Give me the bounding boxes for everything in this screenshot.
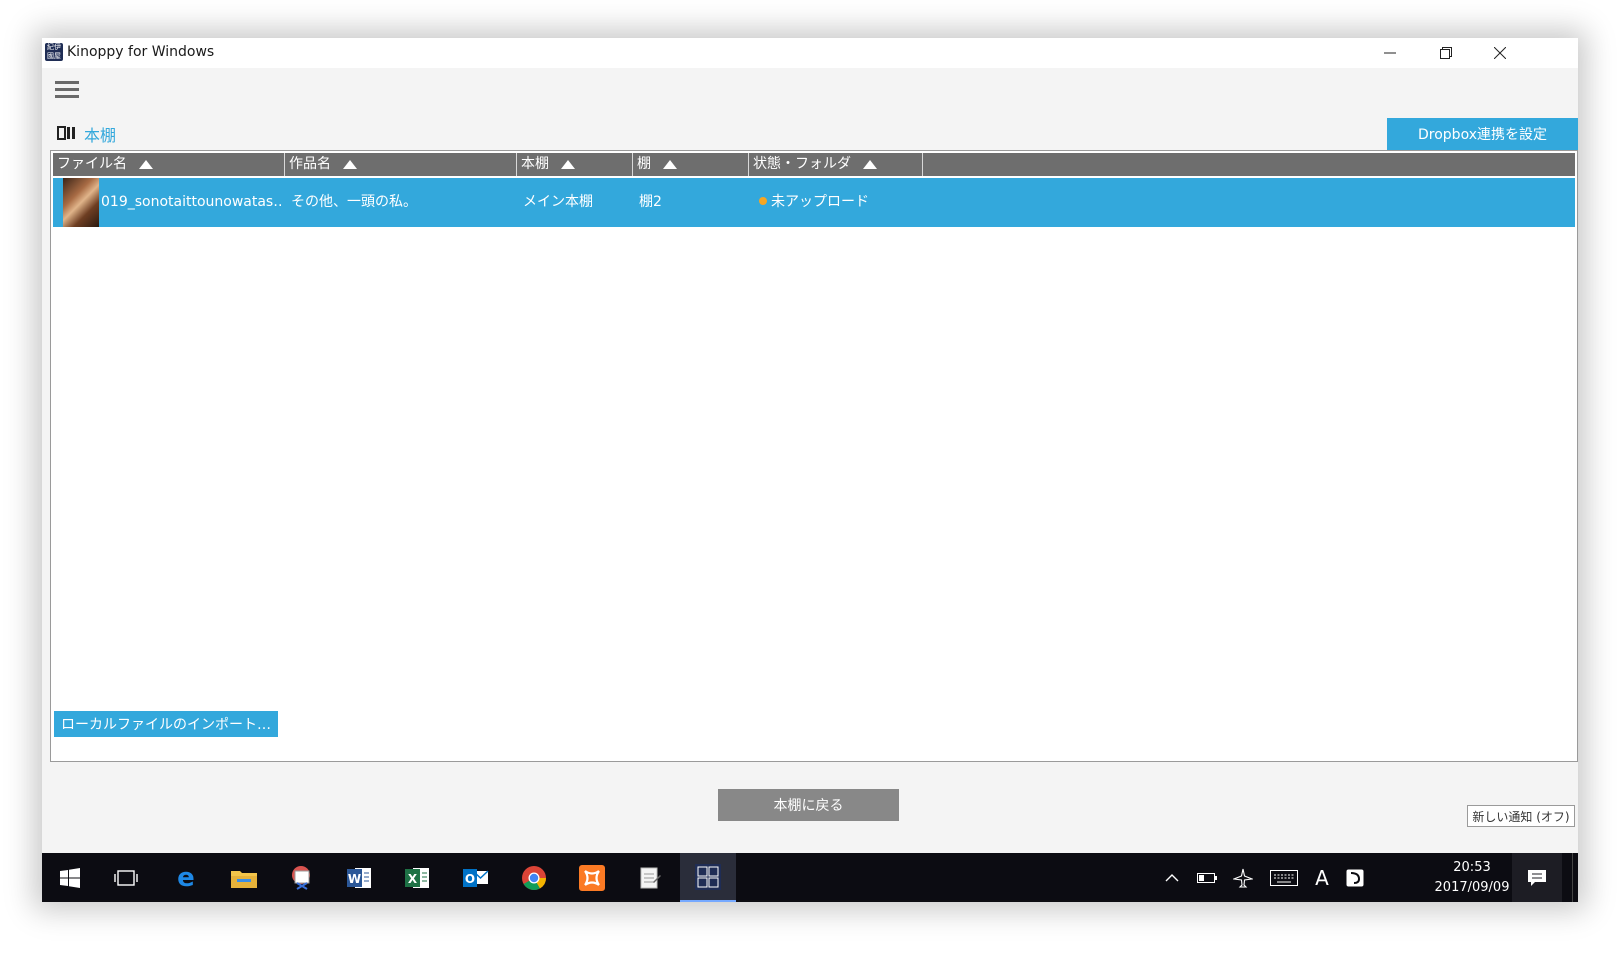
task-view-button[interactable]	[98, 853, 154, 902]
outlook-icon: O	[463, 868, 489, 887]
sort-ascending-icon	[863, 160, 877, 169]
clock[interactable]: 20:53 2017/09/09	[1422, 853, 1522, 902]
notification-tooltip: 新しい通知 (オフ)	[1467, 805, 1575, 827]
chevron-up-icon	[1165, 873, 1179, 881]
import-local-file-button[interactable]: ローカルファイルのインポート…	[54, 711, 278, 737]
dropbox-settings-button[interactable]: Dropbox連携を設定	[1387, 118, 1578, 150]
sort-ascending-icon	[561, 160, 575, 169]
window-title: Kinoppy for Windows	[67, 44, 215, 60]
excel-icon: X	[405, 867, 429, 888]
touch-keyboard-button[interactable]	[1266, 853, 1302, 902]
notification-icon	[1528, 869, 1546, 886]
svg-text:X: X	[408, 872, 418, 886]
snipping-tool-button[interactable]	[274, 853, 330, 902]
table-row[interactable]: 019_sonotaittounowatas‥ その他、一頭の私。 メイン本棚 …	[53, 178, 1575, 227]
restore-button[interactable]	[1418, 38, 1474, 68]
action-center-button[interactable]	[1512, 853, 1562, 902]
kinoppy-app-icon: 紀伊國屋	[45, 43, 63, 61]
svg-text:O: O	[465, 872, 475, 886]
bookshelf-icon	[57, 126, 75, 140]
column-header-shelf[interactable]: 棚	[633, 153, 749, 176]
book-cover-thumbnail	[63, 178, 99, 227]
file-explorer-icon	[231, 870, 257, 888]
app-window: 紀伊國屋 Kinoppy for Windows 本棚 Dropbox連携を設定…	[42, 38, 1578, 902]
table-header: ファイル名 作品名 本棚 棚 状態・フォルダ	[53, 153, 1575, 176]
sort-ascending-icon	[139, 160, 153, 169]
cell-title: その他、一頭の私。	[291, 194, 417, 210]
kinoppy-icon	[695, 863, 721, 890]
airplane-mode-button[interactable]	[1228, 853, 1258, 902]
airplane-icon	[1233, 868, 1253, 888]
column-header-label: 棚	[637, 156, 651, 172]
close-button[interactable]	[1472, 38, 1528, 68]
file-explorer-button[interactable]	[216, 853, 272, 902]
breadcrumb-bookshelf[interactable]: 本棚	[84, 122, 116, 146]
column-header-label: ファイル名	[57, 156, 127, 172]
ime-indicator[interactable]: A	[1308, 853, 1336, 902]
outlook-button[interactable]: O	[448, 853, 504, 902]
minimize-icon	[1384, 52, 1396, 54]
notepad-icon	[640, 867, 661, 888]
word-icon: W	[347, 867, 371, 888]
column-header-bookshelf[interactable]: 本棚	[517, 153, 633, 176]
column-header-label: 作品名	[289, 156, 331, 172]
hamburger-menu-icon[interactable]	[55, 81, 79, 101]
file-table: ファイル名 作品名 本棚 棚 状態・フォルダ 019_sonotaittouno…	[50, 150, 1578, 762]
title-bar[interactable]: 紀伊國屋 Kinoppy for Windows	[42, 38, 1578, 68]
close-icon	[1494, 47, 1506, 59]
show-desktop-button[interactable]	[1572, 853, 1578, 902]
chrome-icon	[522, 865, 546, 890]
minimize-button[interactable]	[1362, 38, 1418, 68]
excel-button[interactable]: X	[390, 853, 446, 902]
clock-date: 2017/09/09	[1434, 879, 1510, 895]
taskbar: e W X O A 20:53 2017/09/09	[42, 853, 1578, 902]
status-label: 未アップロード	[771, 194, 869, 210]
restore-icon	[1440, 47, 1452, 59]
status-dot-icon	[759, 197, 767, 205]
ime-mode-button[interactable]	[1340, 853, 1370, 902]
cell-status: 未アップロード	[759, 178, 929, 227]
battery-icon	[1197, 872, 1217, 883]
word-button[interactable]: W	[332, 853, 388, 902]
sort-ascending-icon	[343, 160, 357, 169]
battery-button[interactable]	[1192, 853, 1222, 902]
svg-text:W: W	[348, 872, 361, 886]
start-button[interactable]	[42, 853, 98, 902]
kinoppy-taskbar-button[interactable]	[680, 853, 736, 902]
cell-filename: 019_sonotaittounowatas‥	[101, 194, 281, 210]
xampp-icon	[579, 864, 605, 891]
task-view-icon	[114, 869, 138, 886]
snipping-tool-icon	[292, 865, 310, 890]
clock-time: 20:53	[1453, 859, 1491, 875]
svg-text:e: e	[177, 865, 195, 891]
column-header-filename[interactable]: ファイル名	[53, 153, 285, 176]
edge-icon: e	[177, 865, 195, 891]
column-header-status[interactable]: 状態・フォルダ	[749, 153, 923, 176]
start-icon	[60, 867, 80, 888]
xampp-button[interactable]	[564, 853, 620, 902]
column-header-title[interactable]: 作品名	[285, 153, 517, 176]
ime-mode-icon	[1346, 869, 1364, 886]
app-icon-text: 紀伊國屋	[47, 43, 61, 60]
edge-button[interactable]: e	[158, 853, 214, 902]
chrome-button[interactable]	[506, 853, 562, 902]
notepad-button[interactable]	[622, 853, 678, 902]
column-header-label: 状態・フォルダ	[753, 156, 851, 172]
show-hidden-icons-button[interactable]	[1158, 853, 1186, 902]
cell-shelf: 棚2	[639, 194, 662, 210]
cell-bookshelf: メイン本棚	[523, 194, 593, 210]
back-to-bookshelf-button[interactable]: 本棚に戻る	[718, 789, 899, 821]
sort-ascending-icon	[663, 160, 677, 169]
keyboard-icon	[1270, 869, 1298, 886]
column-header-label: 本棚	[521, 156, 549, 172]
